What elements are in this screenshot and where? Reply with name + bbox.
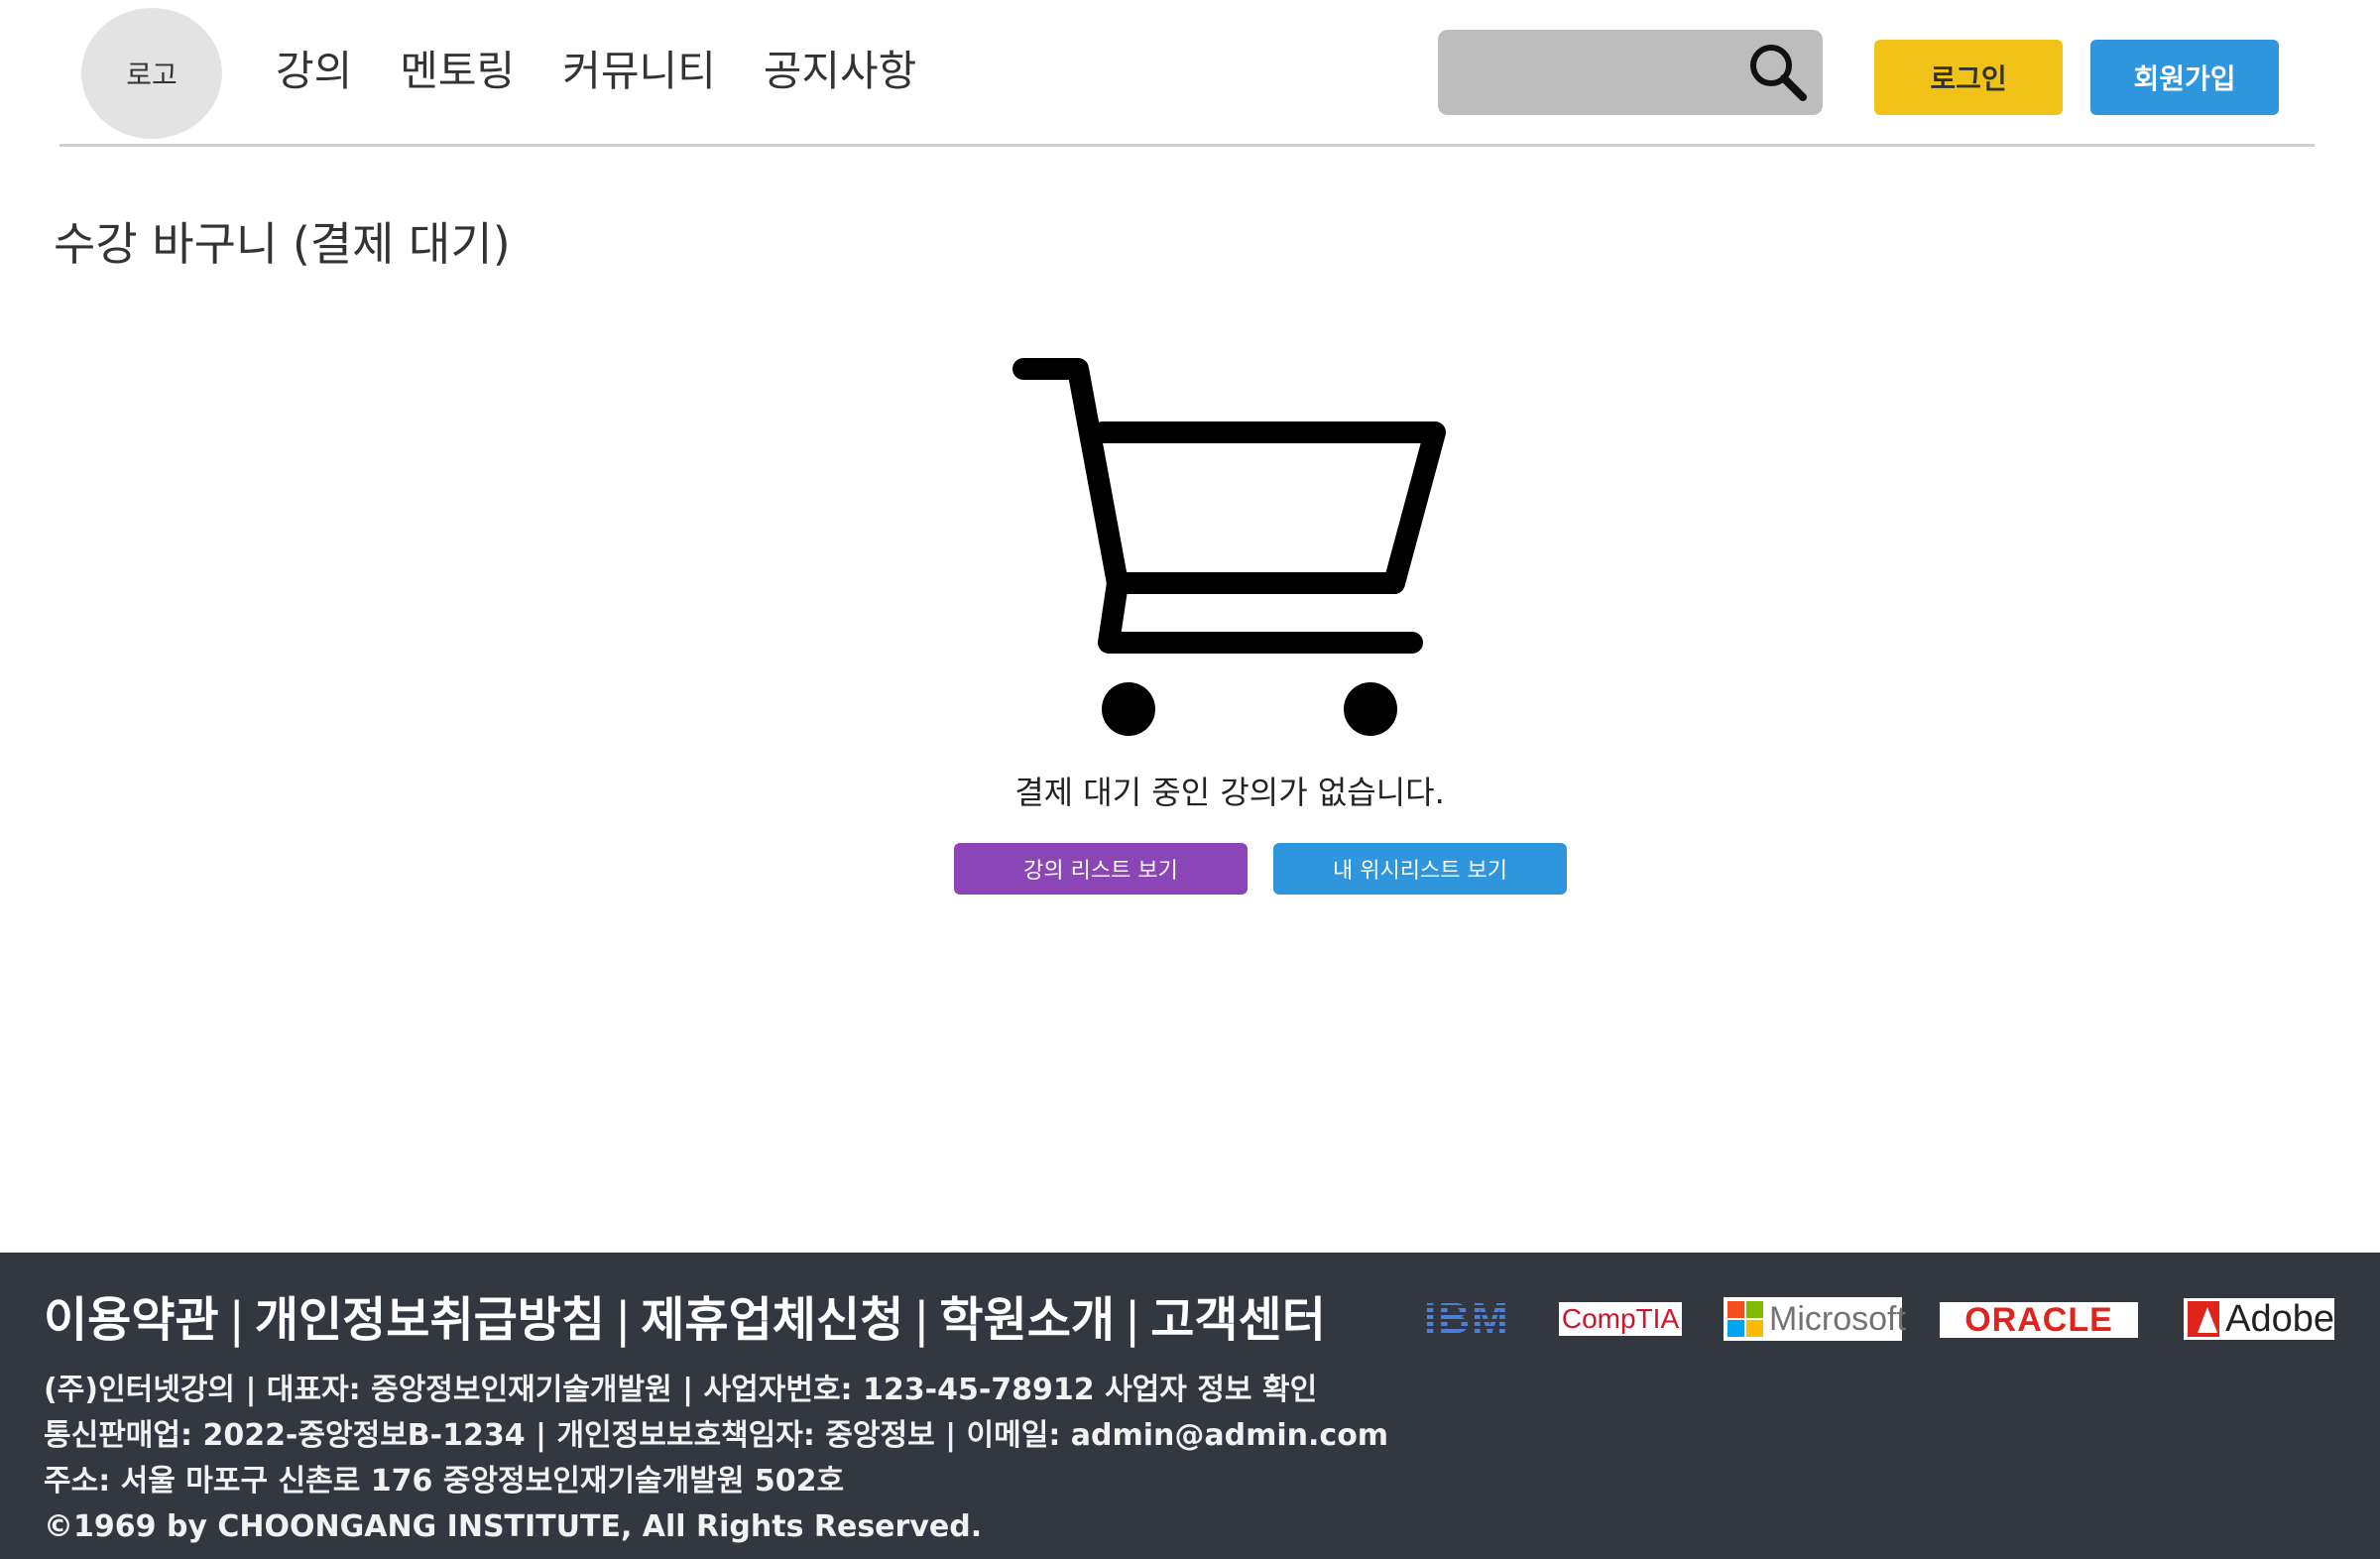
footer-separator: | (913, 1292, 930, 1348)
site-header: 로고 강의 멘토링 커뮤니티 공지사항 로그인 회원가입 (0, 0, 2380, 149)
adobe-logo-icon (2188, 1301, 2220, 1337)
nav-item-mentoring[interactable]: 멘토링 (400, 38, 515, 98)
footer-info-line: (주)인터넷강의 | 대표자: 중앙정보인재기술개발원 | 사업자번호: 123… (44, 1373, 1318, 1407)
partner-logo-comptia: CompTIA (1559, 1302, 1682, 1336)
footer-links: 이용약관 | 개인정보취급방침 | 제휴업체신청 | 학원소개 | 고객센터 (44, 1280, 1326, 1350)
logo[interactable]: 로고 (81, 8, 222, 139)
search-icon[interactable] (1743, 38, 1813, 107)
partner-logo-microsoft: Microsoft (1724, 1297, 1906, 1341)
footer-link-privacy[interactable]: 개인정보취급방침 (255, 1292, 605, 1348)
nav-item-community[interactable]: 커뮤니티 (562, 38, 716, 98)
header-divider (60, 144, 2315, 147)
empty-cart-message: 결제 대기 중인 강의가 없습니다. (1014, 774, 1445, 811)
footer-separator: | (615, 1292, 632, 1348)
microsoft-logo-icon (1727, 1301, 1763, 1337)
partner-logo-oracle: ORACLE (1940, 1301, 2138, 1339)
nav-item-lectures[interactable]: 강의 (276, 38, 352, 98)
search-box (1438, 30, 1823, 115)
footer-info-line: 주소: 서울 마포구 신촌로 176 중앙정보인재기술개발원 502호 (44, 1464, 845, 1499)
wishlist-button[interactable]: 내 위시리스트 보기 (1273, 843, 1567, 895)
footer-info-line: 통신판매업: 2022-중앙정보B-1234 | 개인정보보호책임자: 중앙정보… (44, 1418, 1389, 1453)
footer-company-info: (주)인터넷강의 | 대표자: 중앙정보인재기술개발원 | 사업자번호: 123… (44, 1368, 1388, 1550)
site-footer: 이용약관 | 개인정보취급방침 | 제휴업체신청 | 학원소개 | 고객센터 IBM CompT… (0, 1253, 2380, 1559)
nav-item-notices[interactable]: 공지사항 (764, 38, 917, 98)
cart-icon (1012, 358, 1446, 736)
login-button[interactable]: 로그인 (1874, 40, 2063, 115)
course-list-button[interactable]: 강의 리스트 보기 (954, 843, 1248, 895)
partner-logo-adobe: Adobe (2184, 1298, 2334, 1340)
footer-link-partnership[interactable]: 제휴업체신청 (641, 1292, 903, 1348)
footer-separator: | (1125, 1292, 1141, 1348)
search-input[interactable] (1438, 30, 1745, 115)
footer-separator: | (228, 1292, 245, 1348)
footer-link-about[interactable]: 학원소개 (939, 1292, 1115, 1348)
signup-button[interactable]: 회원가입 (2090, 40, 2279, 115)
partner-logo-ibm: IBM (1424, 1294, 1510, 1343)
footer-copyright: ©1969 by CHOONGANG INSTITUTE, All Rights… (44, 1509, 983, 1544)
footer-link-terms[interactable]: 이용약관 (44, 1292, 219, 1348)
page-title: 수강 바구니 (결제 대기) (54, 217, 511, 271)
main-nav: 강의 멘토링 커뮤니티 공지사항 (276, 38, 916, 98)
footer-link-support[interactable]: 고객센터 (1150, 1292, 1326, 1348)
